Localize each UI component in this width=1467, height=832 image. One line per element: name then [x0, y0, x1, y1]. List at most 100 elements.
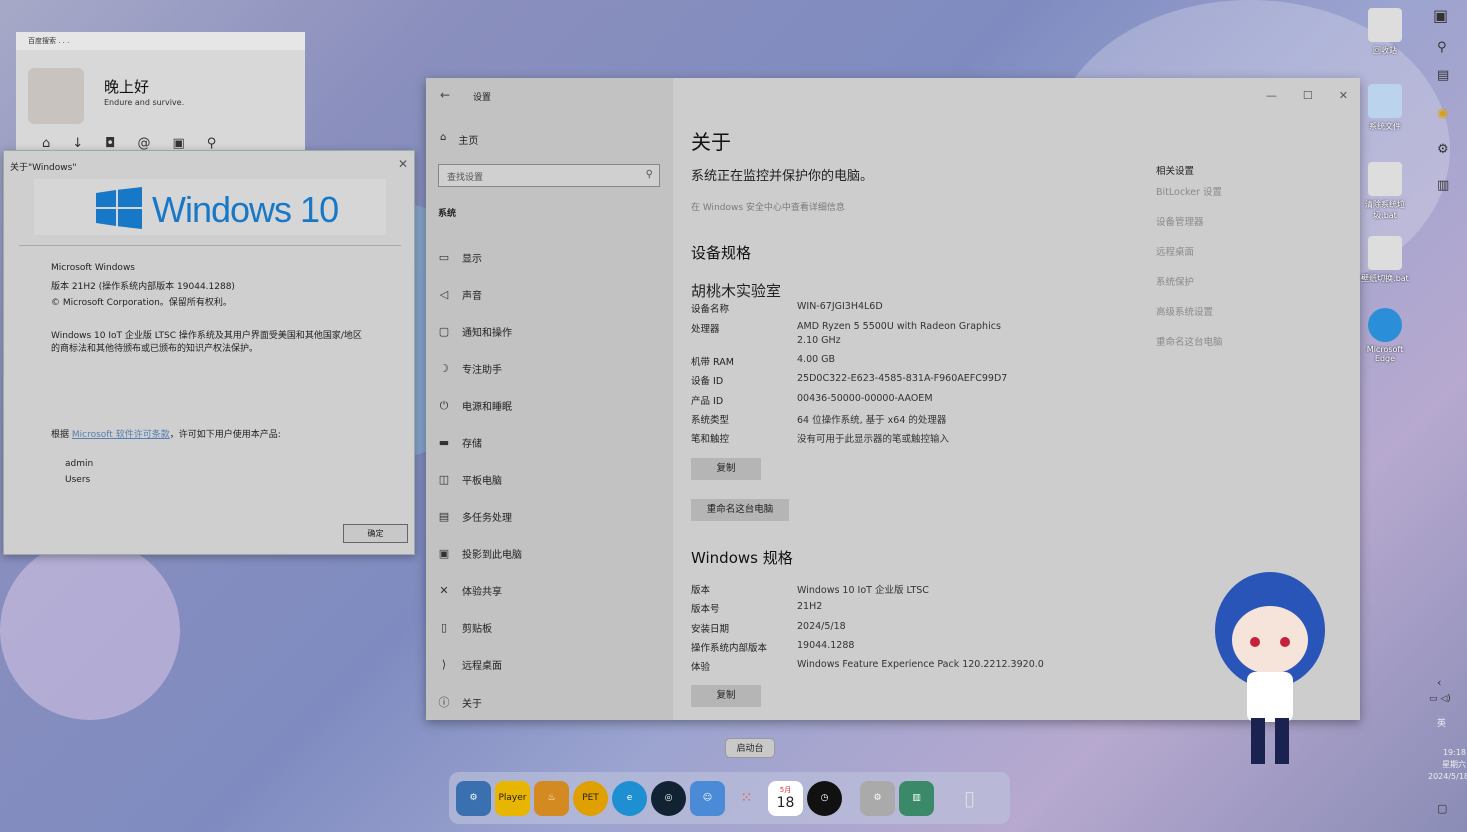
at-icon[interactable]: @ [137, 136, 150, 151]
ok-button[interactable]: 确定 [343, 524, 408, 543]
window-app-icon[interactable]: ▥ [899, 780, 934, 816]
search-icon[interactable]: ⚲ [1437, 40, 1447, 55]
flame-app-icon[interactable]: ♨ [534, 780, 569, 816]
storage-icon: ▬ [438, 436, 450, 449]
ime-indicator[interactable]: 英 [1437, 716, 1446, 729]
link-icon[interactable]: ⚲ [207, 136, 217, 151]
bat-shortcut[interactable]: 壁纸切换.bat [1360, 236, 1410, 284]
clock-app-icon[interactable]: ◷ [807, 780, 842, 816]
nav-item-about[interactable]: ⓘ 关于 [438, 694, 483, 710]
spec-label: 体验 [691, 662, 711, 673]
calendar-day: 18 [776, 795, 795, 811]
search-strip[interactable]: 百度搜索 . . . [16, 32, 305, 50]
share-icon: ✕ [439, 584, 449, 597]
nav-item-remote-desktop[interactable]: ⟩ 远程桌面 [438, 657, 502, 672]
desktop-label: 系统文件 [1369, 122, 1401, 131]
nav-label: 关于 [462, 698, 482, 710]
edge-shortcut[interactable]: Microsoft Edge [1360, 308, 1410, 363]
widget-toolbar: ⌂ ↓ ◘ @ ▣ ⚲ [42, 136, 216, 151]
close-icon[interactable]: ✕ [398, 157, 408, 171]
related-link[interactable]: 远程桌面 [1156, 244, 1194, 258]
finder-icon[interactable]: ☺ [690, 780, 725, 816]
gear-icon[interactable]: ⚙ [1437, 142, 1449, 157]
nav-label: 通知和操作 [462, 328, 512, 339]
edge-icon [1368, 308, 1402, 342]
recycle-bin-shortcut[interactable]: 回收站 [1360, 8, 1410, 56]
download-icon[interactable]: ↓ [72, 136, 83, 151]
home-icon[interactable]: ⌂ [42, 136, 50, 151]
back-arrow-icon[interactable]: ← [440, 88, 450, 102]
tablet-icon: ◫ [438, 473, 450, 486]
nav-item-display[interactable]: ▭ 显示 [438, 250, 482, 265]
pc-name: 胡桃木实验室 [691, 282, 782, 300]
spec-value: 2024/5/18 [797, 621, 846, 632]
related-link[interactable]: BitLocker 设置 [1156, 184, 1222, 198]
nav-home-label: 主页 [458, 136, 479, 147]
rename-pc-button[interactable]: 重命名这台电脑 [691, 499, 789, 521]
project-icon: ▣ [438, 547, 450, 560]
desktop-label: Microsoft Edge [1366, 345, 1404, 363]
device-spec-heading: 设备规格 [691, 244, 752, 262]
nav-item-tablet[interactable]: ◫ 平板电脑 [438, 472, 502, 487]
camera-icon[interactable]: ◘ [105, 136, 115, 151]
related-link[interactable]: 设备管理器 [1156, 214, 1204, 228]
spec-value: 19044.1288 [797, 640, 855, 651]
spec-label: 设备 ID [691, 376, 724, 387]
spec-value: Windows 10 IoT 企业版 LTSC [797, 585, 929, 596]
spec-label: 操作系统内部版本 [691, 643, 768, 654]
window-icon[interactable]: ▥ [1437, 178, 1449, 193]
copy-device-button[interactable]: 复制 [691, 458, 761, 480]
nav-item-clipboard[interactable]: ▯ 剪贴板 [438, 620, 492, 635]
system-files-shortcut[interactable]: 系统文件 [1360, 84, 1410, 132]
spec-value: AMD Ryzen 5 5500U with Radeon Graphics [797, 321, 1001, 332]
system-prefs-icon[interactable]: ⚙ [860, 780, 895, 816]
nav-label: 专注助手 [462, 365, 502, 376]
copy-windows-button[interactable]: 复制 [691, 685, 761, 707]
browser-app-icon[interactable]: ◎ [651, 780, 686, 816]
notification-icon[interactable]: ▢ [1437, 802, 1447, 815]
nav-item-sound[interactable]: ◁ 声音 [438, 287, 482, 302]
tv-icon[interactable]: ▣ [1433, 6, 1448, 25]
monitor-icon: ▭ [438, 251, 450, 264]
related-link[interactable]: 重命名这台电脑 [1156, 334, 1223, 348]
dock-tooltip: 启动台 [725, 738, 775, 758]
nav-item-shared-experiences[interactable]: ✕ 体验共享 [438, 583, 502, 598]
app-icon[interactable]: ◉ [1437, 106, 1448, 121]
tray-clock[interactable]: 19:18 星期六 2024/5/18 [1428, 747, 1467, 783]
settings-search-input[interactable]: 查找设置 ⚲ [438, 164, 660, 187]
nav-item-multitasking[interactable]: ▤ 多任务处理 [438, 509, 512, 524]
nav-section-label: 系统 [438, 209, 457, 219]
greeting-title: 晚上好 [104, 78, 150, 96]
power-icon: ⏻ [439, 398, 449, 412]
related-title: 相关设置 [1156, 166, 1195, 177]
network-volume-icon[interactable]: ▭ ◁) [1429, 694, 1451, 704]
nav-item-storage[interactable]: ▬ 存储 [438, 435, 482, 450]
nav-home[interactable]: ⌂ 主页 [440, 132, 478, 147]
pet-app-icon[interactable]: PET [573, 780, 608, 816]
bat-shortcut[interactable]: 清除系统垃圾.bat [1360, 162, 1410, 221]
settings-app-icon[interactable]: ⚙ [456, 780, 491, 816]
licensed-user: admin [65, 459, 94, 469]
launchpad-icon[interactable]: ⁙ [729, 781, 764, 816]
chevron-left-icon[interactable]: ‹ [1437, 676, 1441, 689]
nav-item-notifications[interactable]: ▢ 通知和操作 [438, 324, 512, 339]
related-link[interactable]: 系统保护 [1156, 274, 1194, 288]
trash-icon[interactable]: ▯ [952, 781, 987, 816]
calendar-app-icon[interactable]: 5月 18 [768, 780, 803, 816]
player-app-icon[interactable]: Player [495, 780, 530, 816]
nav-label: 体验共享 [462, 587, 502, 598]
security-center-link[interactable]: 在 Windows 安全中心中查看详细信息 [691, 200, 845, 213]
task-view-icon[interactable]: ▤ [1437, 68, 1449, 83]
grid-icon[interactable]: ▣ [172, 136, 184, 151]
nav-label: 远程桌面 [462, 661, 502, 672]
nav-item-power[interactable]: ⏻ 电源和睡眠 [438, 398, 512, 414]
legal-text: 的商标法和其他待颁布或已颁布的知识产权法保护。 [51, 344, 259, 354]
nav-label: 存储 [462, 439, 482, 450]
nav-item-focus-assist[interactable]: ☽ 专注助手 [438, 361, 502, 376]
license-link[interactable]: Microsoft 软件许可条款 [72, 430, 170, 440]
nav-item-projecting[interactable]: ▣ 投影到此电脑 [438, 546, 522, 561]
related-link[interactable]: 高级系统设置 [1156, 304, 1213, 318]
edge-icon[interactable]: e [612, 780, 647, 816]
mascot-character [1215, 572, 1325, 764]
spec-label: 版本号 [691, 604, 720, 615]
